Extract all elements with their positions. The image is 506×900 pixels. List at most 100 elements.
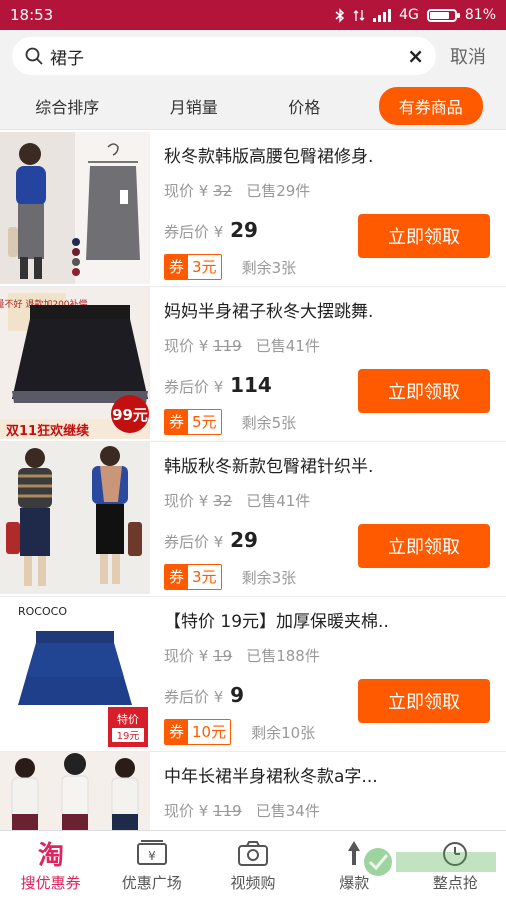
original-price: 119 [213,802,242,820]
product-title[interactable]: 妈妈半身裙子秋冬大摆跳舞. [164,297,494,322]
list-item[interactable]: 质量不好 退款加200补偿 双11狂欢继续 99元 妈妈半身裙子秋冬大摆跳舞. … [0,287,506,442]
original-price: 19 [213,647,233,665]
claim-coupon-button[interactable]: 立即领取 [358,369,490,413]
cancel-button[interactable]: 取消 [450,43,486,69]
product-photo-skirt-knit [0,442,150,594]
svg-text:¥: ¥ [148,849,156,863]
list-item[interactable]: 韩版秋冬新款包臀裙针织半. 现价 ¥ 32 已售41件 券后价 ¥ 29 券 3元… [0,442,506,597]
claim-coupon-button[interactable]: 立即领取 [358,679,490,723]
sold-count: 已售34件 [255,802,320,820]
product-photo-skirt-black: 质量不好 退款加200补偿 双11狂欢继续 99元 [0,287,150,439]
product-list: 秋冬款韩版高腰包臀裙修身. 现价 ¥ 32 已售29件 券后价 ¥ 29 券 3元… [0,132,506,832]
coupon-badge: 券 3元 [164,564,222,590]
product-image[interactable]: 质量不好 退款加200补偿 双11狂欢继续 99元 [0,287,150,439]
claim-coupon-button[interactable]: 立即领取 [358,524,490,568]
nav-label: 视频购 [230,874,276,892]
coupon-remaining: 剩余3张 [241,568,297,587]
coupon-tag: 券 [165,565,189,589]
nav-hot-items[interactable]: 爆款 [304,831,405,900]
after-coupon-price: 29 [230,218,258,242]
product-title[interactable]: 【特价 19元】加厚保暖夹棉.. [164,607,494,632]
nav-label: 爆款 [339,874,370,892]
status-time: 18:53 [10,6,54,24]
price-row: 现价 ¥ 119 已售41件 [164,335,320,356]
nav-label: 优惠广场 [121,874,182,892]
coupon-badge: 券 3元 [164,254,222,280]
product-photo-skirt-gray [0,132,150,284]
product-image[interactable]: ROCOCO 特价 19元 [0,597,150,749]
coupon-row: 券 5元 剩余5张 [164,409,296,435]
after-coupon-row: 券后价 ¥ 29 [164,218,258,242]
coupon-row: 券 3元 剩余3张 [164,254,296,280]
coupon-ticket-icon: ¥ [136,840,167,865]
product-photo-skirt-long [0,752,150,832]
after-coupon-label: 券后价 ¥ [164,223,229,241]
product-image[interactable] [0,442,150,594]
product-image[interactable] [0,752,150,832]
tab-with-coupon[interactable]: 有券商品 [378,86,483,125]
after-coupon-price: 29 [230,528,258,552]
coupon-remaining: 剩余3张 [241,258,297,277]
sold-count: 已售41件 [255,337,320,355]
thumb-banner-text: 双11狂欢继续 [6,423,89,439]
tab-price[interactable]: 价格 [276,88,332,124]
coupon-value: 3元 [188,565,221,589]
product-title[interactable]: 秋冬款韩版高腰包臀裙修身. [164,142,494,167]
hot-sale-icon [348,841,361,865]
price-label: 现价 ¥ [164,337,214,355]
price-row: 现价 ¥ 119 已售34件 [164,800,320,821]
battery-percent: 81% [464,7,496,23]
nav-label: 搜优惠券 [20,874,81,892]
tab-comprehensive-sort[interactable]: 综合排序 [23,88,111,124]
coupon-row: 券 3元 剩余3张 [164,564,296,590]
bluetooth-icon [335,7,345,23]
price-row: 现价 ¥ 32 已售41件 [164,490,310,511]
search-icon [25,47,43,65]
list-item[interactable]: ROCOCO 特价 19元 【特价 19元】加厚保暖夹棉.. 现价 ¥ 19 已售… [0,597,506,752]
svg-text:淘: 淘 [38,841,64,868]
coupon-remaining: 剩余5张 [241,413,297,432]
after-coupon-label: 券后价 ¥ [164,533,229,551]
product-title[interactable]: 韩版秋冬新款包臀裙针织半. [164,452,494,477]
coupon-badge: 券 5元 [164,409,222,435]
product-info: 妈妈半身裙子秋冬大摆跳舞. 现价 ¥ 119 已售41件 券后价 ¥ 114 券 … [150,287,506,441]
product-info: 韩版秋冬新款包臀裙针织半. 现价 ¥ 32 已售41件 券后价 ¥ 29 券 3元… [150,442,506,596]
nav-label: 整点抢 [432,874,478,892]
after-coupon-price: 9 [230,683,245,707]
after-coupon-row: 券后价 ¥ 9 [164,683,244,707]
search-input[interactable] [50,46,408,66]
product-image[interactable] [0,132,150,284]
search-box[interactable]: × [12,37,436,75]
price-row: 现价 ¥ 32 已售29件 [164,180,310,201]
price-row: 现价 ¥ 19 已售188件 [164,645,320,666]
price-label: 现价 ¥ [164,647,214,665]
thumb-badge-bottom: 19元 [117,731,140,742]
taobao-icon: 淘 [38,841,64,868]
nav-video-shop[interactable]: 视频购 [202,831,303,900]
data-arrows-icon [353,9,365,21]
tab-monthly-sales[interactable]: 月销量 [158,88,230,124]
product-photo-skirt-blue: ROCOCO 特价 19元 [0,597,150,749]
sold-count: 已售41件 [246,492,311,510]
coupon-remaining: 剩余10张 [251,723,316,742]
list-item[interactable]: 中年长裙半身裙秋冬款a字... 现价 ¥ 119 已售34件 [0,752,506,832]
after-coupon-row: 券后价 ¥ 114 [164,373,272,397]
status-indicators: 4G 81% [335,7,496,23]
price-label: 现价 ¥ [164,492,214,510]
product-title[interactable]: 中年长裙半身裙秋冬款a字... [164,762,494,787]
coupon-value: 5元 [188,410,221,434]
nav-search-coupons[interactable]: 淘 搜优惠券 [0,831,101,900]
coupon-tag: 券 [165,410,189,434]
original-price: 32 [213,182,233,200]
nav-coupon-plaza[interactable]: ¥ 优惠广场 [101,831,202,900]
nav-hourly-grab[interactable]: 整点抢 [405,831,506,900]
coupon-value: 3元 [188,255,221,279]
coupon-tag: 券 [165,720,189,744]
coupon-tag: 券 [165,255,189,279]
claim-coupon-button[interactable]: 立即领取 [358,214,490,258]
status-bar: 18:53 4G 81% [0,0,506,30]
coupon-value: 10元 [188,720,231,744]
list-item[interactable]: 秋冬款韩版高腰包臀裙修身. 现价 ¥ 32 已售29件 券后价 ¥ 29 券 3元… [0,132,506,287]
clear-search-button[interactable]: × [407,44,424,68]
network-type: 4G [399,7,419,23]
